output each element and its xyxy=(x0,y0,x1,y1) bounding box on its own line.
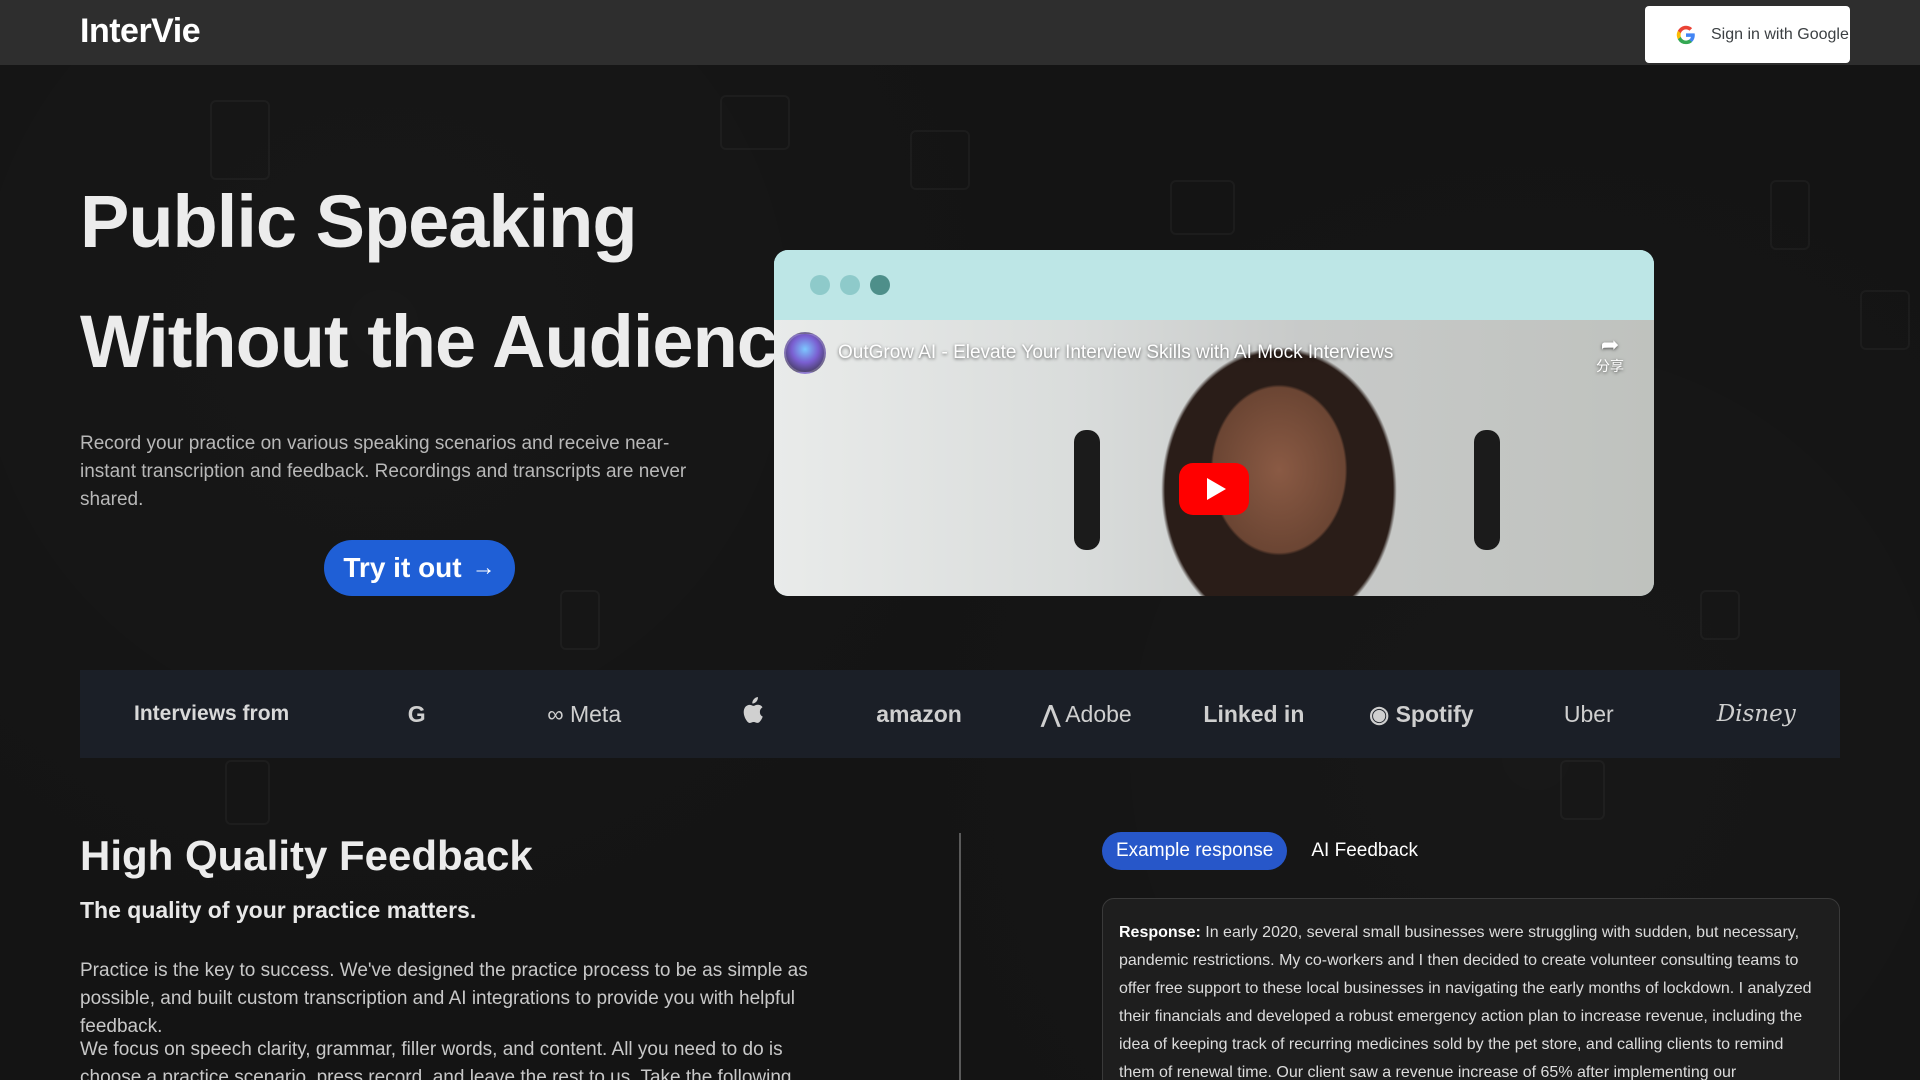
youtube-video-embed[interactable]: OutGrow AI - Elevate Your Interview Skil… xyxy=(774,320,1654,596)
share-button[interactable]: ➦ 分享 xyxy=(1596,334,1624,376)
adobe-label: Adobe xyxy=(1065,700,1132,727)
share-icon: ➦ xyxy=(1600,332,1620,357)
top-navbar: InterVie Sign in with Google xyxy=(0,0,1920,65)
spotify-mark-icon: ◉ xyxy=(1369,700,1390,727)
video-title[interactable]: OutGrow AI - Elevate Your Interview Skil… xyxy=(838,342,1393,364)
sign-in-label: Sign in with Google xyxy=(1711,25,1849,43)
share-label: 分享 xyxy=(1596,358,1624,374)
response-text: In early 2020, several small businesses … xyxy=(1119,924,1812,1080)
spotify-label: Spotify xyxy=(1395,700,1474,727)
disney-logo-icon: Disney xyxy=(1716,701,1796,727)
video-frame-detail xyxy=(1474,430,1500,550)
adobe-logo-icon: ⋀ Adobe xyxy=(1003,701,1170,728)
brand-logo[interactable]: InterVie xyxy=(80,12,201,51)
window-title-bar xyxy=(774,250,1654,320)
feedback-section-subtitle: The quality of your practice matters. xyxy=(80,897,477,923)
feedback-section-title: High Quality Feedback xyxy=(80,832,533,879)
tab-ai-feedback[interactable]: AI Feedback xyxy=(1297,832,1432,870)
hero-title-line1: Public Speaking xyxy=(80,180,638,263)
apple-icon xyxy=(743,697,763,724)
meta-logo-icon: ∞ Meta xyxy=(547,700,622,727)
sign-in-with-google-button[interactable]: Sign in with Google xyxy=(1645,6,1850,63)
play-button[interactable] xyxy=(1179,463,1249,515)
feedback-tabs: Example response AI Feedback xyxy=(1102,832,1432,870)
google-logo-icon: G xyxy=(407,700,426,727)
uber-logo-icon: Uber xyxy=(1563,700,1614,727)
hero-description: Record your practice on various speaking… xyxy=(80,433,687,510)
company-logos-strip: Interviews from G ∞ Meta amazon ⋀ Adobe … xyxy=(80,670,1840,758)
channel-avatar[interactable] xyxy=(784,332,826,374)
video-title-row: OutGrow AI - Elevate Your Interview Skil… xyxy=(784,332,1393,374)
feedback-paragraph-2: We focus on speech clarity, grammar, fil… xyxy=(80,1039,792,1080)
adobe-mark-icon: ⋀ xyxy=(1041,700,1061,727)
hero-title-line2: Without the Audience xyxy=(80,300,818,383)
feedback-paragraph-1: Practice is the key to success. We've de… xyxy=(80,960,808,1037)
try-it-out-label: Try it out xyxy=(343,552,462,583)
try-it-out-button[interactable]: Try it out → xyxy=(324,540,515,596)
spotify-logo-icon: ◉ Spotify xyxy=(1338,701,1505,728)
example-response-panel: Response: In early 2020, several small b… xyxy=(1102,898,1840,1080)
google-icon xyxy=(1676,25,1695,44)
tab-example-response[interactable]: Example response xyxy=(1102,832,1288,870)
video-frame-detail xyxy=(1074,430,1100,550)
amazon-logo-icon: amazon xyxy=(876,700,962,727)
linkedin-logo-icon: Linked in xyxy=(1203,700,1305,727)
play-icon xyxy=(1206,478,1226,500)
window-dot-icon xyxy=(840,275,860,295)
section-divider xyxy=(959,833,961,1080)
apple-logo-icon xyxy=(668,697,835,731)
response-label: Response: xyxy=(1119,924,1201,941)
logos-lead-text: Interviews from xyxy=(134,702,290,725)
window-dot-icon xyxy=(870,275,890,295)
video-window: OutGrow AI - Elevate Your Interview Skil… xyxy=(774,250,1654,596)
arrow-right-icon: → xyxy=(471,554,496,581)
window-dot-icon xyxy=(810,275,830,295)
